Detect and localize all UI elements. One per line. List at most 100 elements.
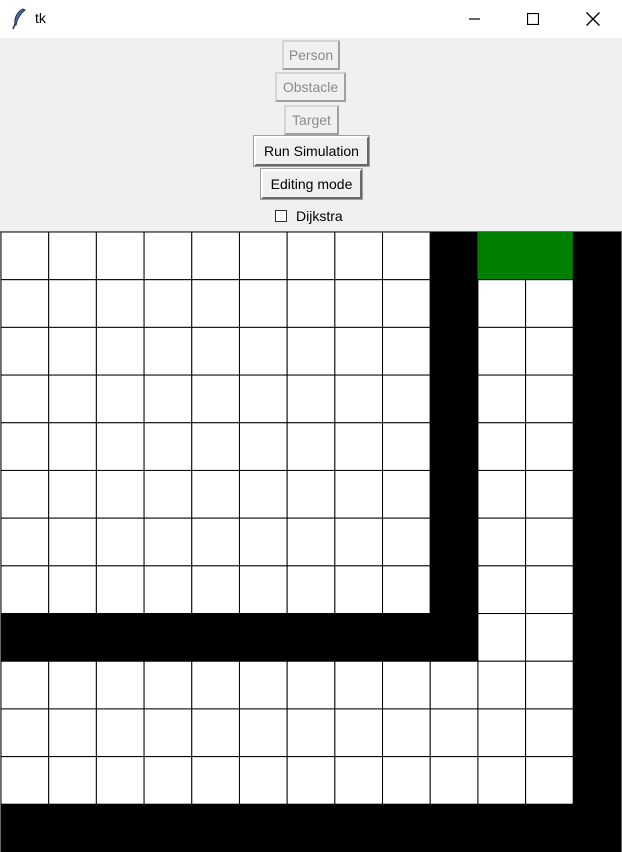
- grid-cell-obstacle[interactable]: [572, 613, 621, 662]
- grid-cell-empty[interactable]: [382, 708, 431, 758]
- grid-cell-empty[interactable]: [525, 517, 574, 567]
- grid-cell-empty[interactable]: [429, 660, 479, 710]
- grid-cell-empty[interactable]: [477, 756, 527, 805]
- grid-cell-empty[interactable]: [525, 756, 574, 805]
- grid-cell-empty[interactable]: [95, 232, 145, 281]
- run-simulation-button[interactable]: Run Simulation: [253, 135, 370, 167]
- grid-cell-empty[interactable]: [334, 469, 384, 519]
- grid-cell-empty[interactable]: [143, 708, 193, 758]
- grid-cell-obstacle[interactable]: [429, 232, 479, 281]
- grid-cell-empty[interactable]: [1, 660, 50, 710]
- grid-cell-empty[interactable]: [334, 279, 384, 328]
- grid-cell-empty[interactable]: [1, 708, 50, 758]
- grid-cell-empty[interactable]: [477, 708, 527, 758]
- grid-cell-empty[interactable]: [191, 517, 240, 567]
- grid-cell-empty[interactable]: [48, 708, 97, 758]
- grid-cell-empty[interactable]: [48, 517, 97, 567]
- grid-cell-empty[interactable]: [48, 565, 97, 615]
- grid-cell-empty[interactable]: [477, 279, 527, 328]
- grid-cell-obstacle[interactable]: [429, 374, 479, 424]
- grid-cell-obstacle[interactable]: [477, 803, 527, 852]
- grid-cell-empty[interactable]: [95, 374, 145, 424]
- grid-cell-empty[interactable]: [334, 374, 384, 424]
- grid-cell-obstacle[interactable]: [572, 422, 621, 471]
- grid-cell-target[interactable]: [525, 232, 574, 281]
- grid-cell-obstacle[interactable]: [572, 708, 621, 758]
- grid-cell-empty[interactable]: [238, 422, 288, 471]
- grid-cell-empty[interactable]: [477, 326, 527, 376]
- grid-cell-obstacle[interactable]: [572, 565, 621, 615]
- grid-cell-obstacle[interactable]: [238, 613, 288, 662]
- minimize-button[interactable]: [446, 0, 504, 38]
- grid-cell-empty[interactable]: [1, 422, 50, 471]
- grid-cell-target[interactable]: [477, 232, 527, 281]
- grid-cell-empty[interactable]: [48, 374, 97, 424]
- grid-cell-empty[interactable]: [238, 279, 288, 328]
- grid-cell-obstacle[interactable]: [382, 803, 431, 852]
- grid-cell-empty[interactable]: [238, 326, 288, 376]
- grid-cell-empty[interactable]: [238, 708, 288, 758]
- grid-cell-empty[interactable]: [334, 565, 384, 615]
- grid-cell-obstacle[interactable]: [572, 803, 621, 852]
- grid-cell-obstacle[interactable]: [48, 803, 97, 852]
- grid-cell-empty[interactable]: [191, 232, 240, 281]
- grid-cell-obstacle[interactable]: [572, 326, 621, 376]
- grid-cell-obstacle[interactable]: [572, 279, 621, 328]
- grid-cell-empty[interactable]: [48, 232, 97, 281]
- grid-cell-obstacle[interactable]: [334, 803, 384, 852]
- grid-cell-empty[interactable]: [382, 756, 431, 805]
- grid-cell-empty[interactable]: [286, 708, 336, 758]
- grid-cell-obstacle[interactable]: [191, 613, 240, 662]
- grid-cell-empty[interactable]: [334, 756, 384, 805]
- grid-cell-empty[interactable]: [1, 326, 50, 376]
- grid-cell-empty[interactable]: [191, 708, 240, 758]
- grid-cell-obstacle[interactable]: [572, 517, 621, 567]
- grid-cell-empty[interactable]: [238, 374, 288, 424]
- grid-cell-empty[interactable]: [191, 326, 240, 376]
- grid-cell-empty[interactable]: [95, 708, 145, 758]
- grid-cell-empty[interactable]: [477, 660, 527, 710]
- grid-cell-empty[interactable]: [238, 756, 288, 805]
- grid-cell-obstacle[interactable]: [572, 660, 621, 710]
- grid-cell-empty[interactable]: [238, 232, 288, 281]
- grid-cell-empty[interactable]: [48, 660, 97, 710]
- grid-cell-empty[interactable]: [95, 660, 145, 710]
- grid-cell-empty[interactable]: [238, 517, 288, 567]
- grid-cell-empty[interactable]: [143, 279, 193, 328]
- grid-cell-empty[interactable]: [1, 232, 50, 281]
- grid-cell-empty[interactable]: [525, 660, 574, 710]
- grid-cell-empty[interactable]: [286, 517, 336, 567]
- grid-cell-empty[interactable]: [382, 232, 431, 281]
- grid-cell-empty[interactable]: [525, 279, 574, 328]
- grid-cell-empty[interactable]: [525, 374, 574, 424]
- grid-cell-obstacle[interactable]: [429, 565, 479, 615]
- grid-cell-empty[interactable]: [191, 469, 240, 519]
- grid-cell-empty[interactable]: [525, 469, 574, 519]
- grid-cell-empty[interactable]: [1, 565, 50, 615]
- grid-cell-empty[interactable]: [238, 565, 288, 615]
- grid-cell-obstacle[interactable]: [286, 803, 336, 852]
- grid-cell-empty[interactable]: [334, 660, 384, 710]
- grid-cell-empty[interactable]: [191, 279, 240, 328]
- grid-cell-empty[interactable]: [143, 374, 193, 424]
- grid-cell-obstacle[interactable]: [429, 422, 479, 471]
- obstacle-button[interactable]: Obstacle: [275, 72, 346, 102]
- person-button[interactable]: Person: [282, 40, 340, 70]
- grid-cell-empty[interactable]: [95, 565, 145, 615]
- grid-cell-empty[interactable]: [286, 660, 336, 710]
- grid-cell-empty[interactable]: [1, 756, 50, 805]
- grid-cell-empty[interactable]: [286, 279, 336, 328]
- grid-cell-obstacle[interactable]: [429, 803, 479, 852]
- grid-cell-obstacle[interactable]: [572, 469, 621, 519]
- grid-cell-empty[interactable]: [334, 232, 384, 281]
- grid-cell-empty[interactable]: [143, 469, 193, 519]
- grid-cell-obstacle[interactable]: [95, 803, 145, 852]
- grid-cell-empty[interactable]: [334, 422, 384, 471]
- grid-cell-empty[interactable]: [477, 374, 527, 424]
- grid-cell-empty[interactable]: [95, 326, 145, 376]
- grid-cell-empty[interactable]: [477, 565, 527, 615]
- grid-cell-obstacle[interactable]: [429, 613, 479, 662]
- grid-cell-obstacle[interactable]: [143, 803, 193, 852]
- grid-cell-empty[interactable]: [429, 756, 479, 805]
- grid-cell-obstacle[interactable]: [572, 374, 621, 424]
